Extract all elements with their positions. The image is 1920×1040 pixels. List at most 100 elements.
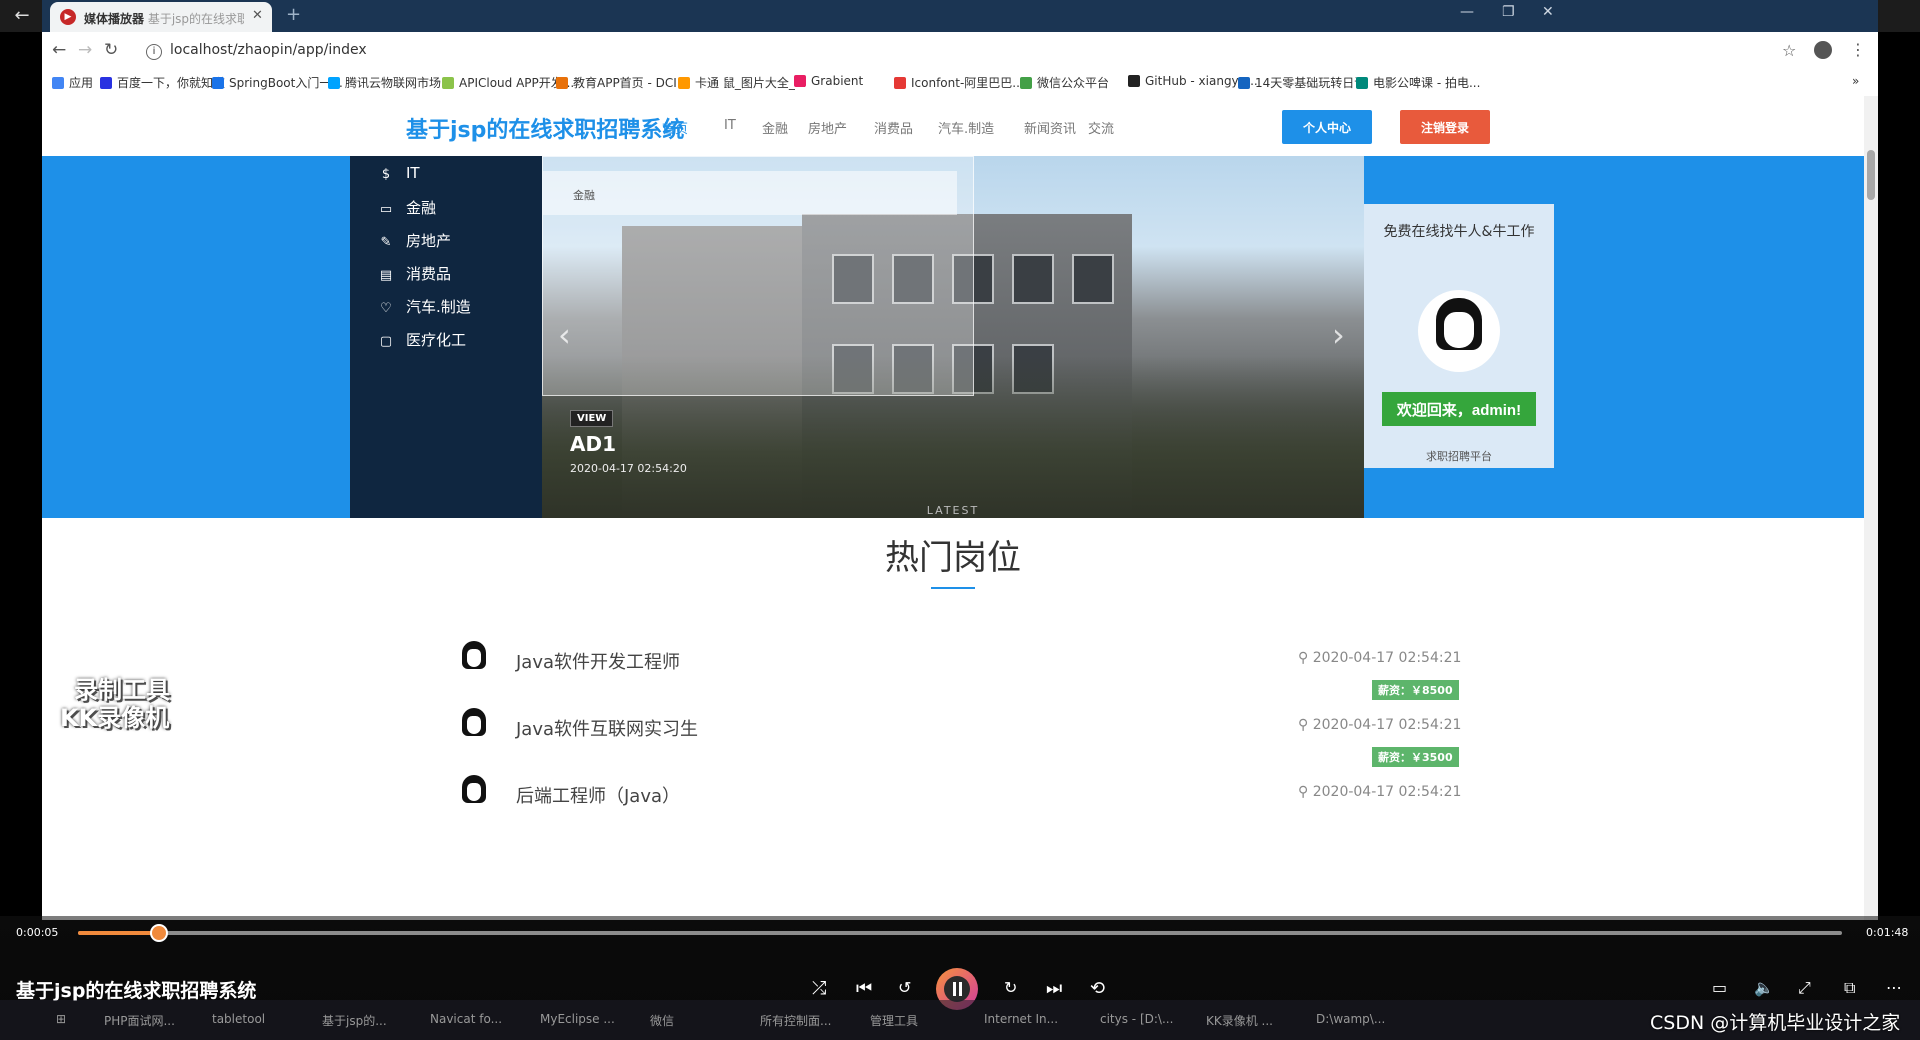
nav-item[interactable]: 房地产 [808,118,847,137]
profile-icon[interactable] [1814,41,1832,59]
category-item[interactable]: ▭ 金融 [378,197,436,218]
taskbar-item[interactable]: 微信 [650,1012,674,1029]
bookmark-item[interactable]: Iconfont-阿里巴巴... [894,74,1024,91]
close-tab-icon[interactable]: ✕ [252,8,263,23]
taskbar-item[interactable]: citys - [D:\... [1100,1012,1173,1026]
bookmark-item[interactable]: 应用 [52,74,93,91]
taskbar-item[interactable]: 所有控制面... [760,1012,831,1029]
job-title[interactable]: Java软件开发工程师 [516,648,680,674]
bookmark-favicon-icon [212,77,224,89]
seek-handle[interactable] [152,926,167,940]
page-scrollbar[interactable] [1864,96,1878,920]
taskbar-item[interactable]: PHP面试网... [104,1012,175,1029]
more-icon[interactable]: ⋯ [1886,978,1902,997]
bookmark-item[interactable]: 百度一下，你就知道 [100,74,225,91]
ad-title[interactable]: AD1 [570,432,616,456]
back-icon[interactable]: ← [52,40,66,60]
chevron-left-icon[interactable]: ‹ [558,316,571,354]
avatar [1418,290,1500,372]
section-title: 热门岗位 [885,538,1021,578]
category-item[interactable]: ♡ 汽车.制造 [378,296,471,317]
bookmark-item[interactable]: APICloud APP开发... [442,74,574,91]
bookmark-item[interactable]: 教育APP首页 - DCI... [556,74,688,91]
job-title[interactable]: Java软件互联网实习生 [516,715,698,741]
taskbar-item[interactable]: KK录像机 ... [1206,1012,1273,1029]
more-bookmarks-icon[interactable]: » [1852,74,1859,88]
bookmark-item[interactable]: 卡通 鼠_图片大全_... [678,74,806,91]
nav-item[interactable]: 首页 [662,118,688,137]
nav-item[interactable]: 汽车.制造 [938,118,994,137]
job-row[interactable]: Java软件开发工程师 ⚲ 2020-04-17 02:54:21 薪资：￥8500 [42,640,1864,706]
taskbar-item[interactable]: Navicat fo... [430,1012,502,1026]
site-title[interactable]: 基于jsp的在线求职招聘系统 [406,112,684,144]
bookmark-star-icon[interactable]: ☆ [1782,41,1796,60]
bookmark-label: 电影公啤课 - 拍电... [1373,76,1481,90]
forward-icon[interactable]: → [78,40,92,60]
bookmark-item[interactable]: 电影公啤课 - 拍电... [1356,74,1480,91]
personal-center-button[interactable]: 个人中心 [1282,110,1372,144]
scrollbar-thumb[interactable] [1867,150,1875,200]
taskbar-item[interactable]: 管理工具 [870,1012,918,1029]
taskbar-item[interactable]: Internet In... [984,1012,1058,1026]
view-badge[interactable]: VIEW [570,410,614,427]
job-row[interactable]: 后端工程师（Java） ⚲ 2020-04-17 02:54:21 [42,774,1864,840]
mini-player-icon[interactable]: ⧉ [1844,978,1855,998]
info-icon[interactable]: i [146,44,162,60]
ad-carousel[interactable]: 金融 ‹ › VIEW AD1 2020-04-17 02:54:20 [542,156,1364,518]
repeat-off-icon[interactable]: ⟲ [1090,978,1105,999]
bookmark-item[interactable]: 14天零基础玩转日语 [1238,74,1366,91]
taskbar-item[interactable]: tabletool [212,1012,265,1026]
ad-date: 2020-04-17 02:54:20 [570,462,687,475]
seek-bar[interactable] [78,931,1842,935]
menu-icon[interactable]: ⋮ [1850,40,1866,59]
minimize-icon[interactable]: — [1460,4,1474,20]
previous-icon[interactable]: ⏮ [856,978,872,999]
bookmark-favicon-icon [1356,77,1368,89]
back-arrow-icon[interactable]: ← [10,4,34,28]
category-item[interactable]: $ IT [378,164,420,182]
bookmark-item[interactable]: 腾讯云物联网市场 [328,74,441,91]
logout-button[interactable]: 注销登录 [1400,110,1490,144]
chevron-right-icon[interactable]: › [1332,316,1345,354]
taskbar-item[interactable]: D:\wamp\... [1316,1012,1385,1026]
avatar [456,774,492,810]
category-menu: $ IT ▭ 金融 ✎ 房地产 ▤ 消费品 ♡ 汽车.制造 ▢ 医疗化工 [350,156,542,518]
next-icon[interactable]: ⏭ [1046,978,1062,999]
nav-item[interactable]: 交流 [1088,118,1114,137]
bookmark-item[interactable]: 微信公众平台 [1020,74,1109,91]
bookmark-item[interactable]: Grabient [794,74,863,88]
bookmark-item[interactable]: SpringBoot入门一... [212,74,343,91]
welcome-user-button[interactable]: 欢迎回来，admin! [1382,392,1536,426]
taskbar-item[interactable]: 基于jsp的... [322,1012,387,1029]
volume-icon[interactable]: 🔈 [1754,978,1774,997]
avatar [456,640,492,676]
shuffle-icon[interactable]: ⤮ [812,978,826,999]
nav-item[interactable]: 消费品 [874,118,913,137]
forward-30-icon[interactable]: ↻ [1004,978,1017,997]
job-title[interactable]: 后端工程师（Java） [516,782,680,808]
seek-progress [78,931,160,935]
browser-tab[interactable]: ▶ 媒体播放器 基于jsp的在线求职招聘系统 ✕ [50,2,272,32]
nav-item[interactable]: IT [724,118,736,133]
nav-item[interactable]: 金融 [762,118,788,137]
nav-item[interactable]: 新闻资讯 [1024,118,1076,137]
start-icon[interactable]: ⊞ [56,1012,66,1026]
rewind-10-icon[interactable]: ↺ [898,978,911,997]
subtitles-icon[interactable]: ▭ [1712,978,1727,997]
reload-icon[interactable]: ↻ [104,40,118,60]
job-date-text: 2020-04-17 02:54:21 [1312,717,1462,733]
job-row[interactable]: Java软件互联网实习生 ⚲ 2020-04-17 02:54:21 薪资：￥350… [42,707,1864,773]
category-label: IT [406,164,420,182]
category-label: 医疗化工 [406,331,467,349]
restore-icon[interactable]: ❐ [1502,4,1515,20]
category-item[interactable]: ▤ 消费品 [378,263,451,284]
window-close-icon[interactable]: ✕ [1542,4,1554,20]
category-item[interactable]: ▢ 医疗化工 [378,329,466,350]
new-tab-icon[interactable]: + [286,4,301,25]
bookmark-favicon-icon [52,77,64,89]
location-pin-icon: ⚲ [1298,650,1313,666]
address-bar[interactable]: i localhost/zhaopin/app/index [146,38,1746,62]
fullscreen-icon[interactable]: ⤢ [1798,978,1811,998]
category-item[interactable]: ✎ 房地产 [378,230,451,251]
taskbar-item[interactable]: MyEclipse ... [540,1012,615,1026]
